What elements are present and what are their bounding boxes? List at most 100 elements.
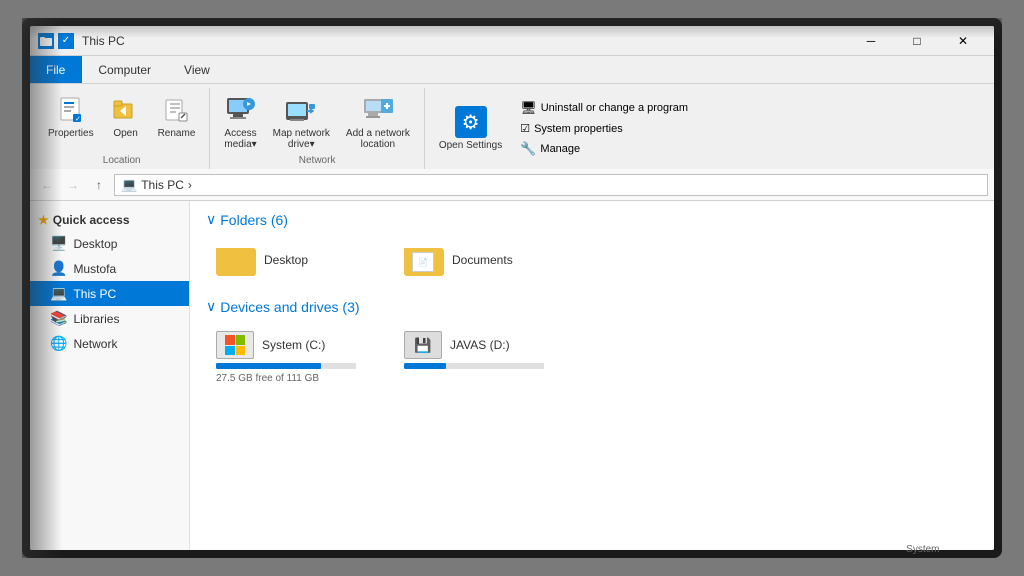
system-c-label: System (C:)	[262, 338, 325, 352]
maximize-button[interactable]: □	[894, 30, 940, 52]
ribbon-group-location: ✓ Properties Open	[34, 88, 210, 169]
javas-d-progress	[404, 363, 544, 369]
open-button[interactable]: Open	[104, 92, 148, 141]
drive-system-c[interactable]: System (C:) 27.5 GB free of 111 GB	[206, 325, 386, 390]
network-label: Network	[73, 337, 117, 351]
folders-chevron: ∨	[206, 211, 216, 228]
title-bar: ✓ This PC ─ □ ✕	[30, 26, 994, 56]
pc-icon: 💻	[121, 177, 137, 193]
minimize-button[interactable]: ─	[848, 30, 894, 52]
explorer-window: ✓ This PC ─ □ ✕ File Computer View	[30, 26, 994, 550]
network-icon: 🌐	[50, 335, 67, 352]
window-controls: ─ □ ✕	[848, 30, 986, 52]
uninstall-icon: 🖥	[520, 100, 537, 116]
address-bar: ← → ↑ 💻 This PC ›	[30, 169, 994, 201]
location-group-label: Location	[42, 152, 201, 169]
libraries-icon: 📚	[50, 310, 67, 327]
map-network-drive-label: Map networkdrive▾	[273, 128, 330, 150]
main-content: ★ Quick access 🖥️ Desktop 👤 Mustofa 💻 Th…	[30, 201, 994, 550]
add-network-location-icon	[362, 94, 394, 126]
properties-label: Properties	[48, 128, 94, 139]
access-media-button[interactable]: Accessmedia▾	[218, 92, 262, 152]
back-button[interactable]: ←	[36, 174, 58, 196]
sidebar-item-libraries[interactable]: 📚 Libraries	[30, 306, 189, 331]
system-c-hdd-icon	[216, 331, 254, 359]
forward-button[interactable]: →	[62, 174, 84, 196]
drives-chevron: ∨	[206, 298, 216, 315]
folder-desktop[interactable]: Desktop	[206, 238, 386, 282]
window-title: This PC	[82, 34, 848, 48]
ribbon-group-network: Accessmedia▾	[210, 88, 424, 169]
system-group-label: System	[433, 541, 994, 550]
up-button[interactable]: ↑	[88, 174, 110, 196]
open-settings-button[interactable]: ⚙ Open Settings	[433, 104, 508, 153]
documents-folder-icon: 📄	[404, 244, 444, 276]
map-network-drive-button[interactable]: Map networkdrive▾	[267, 92, 336, 152]
ribbon-tabs: File Computer View	[30, 56, 994, 84]
this-pc-label: This PC	[73, 287, 116, 301]
ribbon-content: ✓ Properties Open	[30, 84, 994, 169]
this-pc-icon: 💻	[50, 285, 67, 302]
drives-heading[interactable]: ∨ Devices and drives (3)	[206, 298, 978, 315]
rename-button[interactable]: Rename	[152, 92, 202, 141]
folders-label: Folders (6)	[220, 212, 288, 228]
access-media-label: Accessmedia▾	[224, 128, 256, 150]
network-group-label: Network	[218, 152, 415, 169]
folder-icon	[38, 33, 54, 49]
folders-grid: Desktop 📄 Documents	[206, 238, 978, 282]
windows-logo	[225, 335, 245, 355]
manage-icon: 🔧	[520, 141, 536, 157]
sidebar: ★ Quick access 🖥️ Desktop 👤 Mustofa 💻 Th…	[30, 201, 190, 550]
access-media-icon	[225, 94, 257, 126]
path-chevron: ›	[188, 178, 192, 192]
system-properties-label: System properties	[534, 123, 623, 135]
rename-icon	[160, 94, 192, 126]
javas-d-hdd-icon: 💾	[404, 331, 442, 359]
desktop-label: Desktop	[73, 237, 117, 251]
desktop-icon: 🖥️	[50, 235, 67, 252]
pin-icon: ✓	[58, 33, 74, 49]
add-network-location-label: Add a networklocation	[346, 128, 410, 150]
network-buttons: Accessmedia▾	[218, 88, 415, 152]
close-button[interactable]: ✕	[940, 30, 986, 52]
properties-button[interactable]: ✓ Properties	[42, 92, 100, 141]
ribbon-group-system: ⚙ Open Settings 🖥 Uninstall or change a …	[425, 88, 700, 169]
javas-d-info: 💾 JAVAS (D:)	[404, 331, 564, 359]
mustofa-icon: 👤	[50, 260, 67, 277]
documents-folder-label: Documents	[452, 253, 513, 267]
open-icon	[110, 94, 142, 126]
drive-javas-d[interactable]: 💾 JAVAS (D:)	[394, 325, 574, 390]
tab-view[interactable]: View	[168, 56, 227, 83]
sidebar-item-desktop[interactable]: 🖥️ Desktop	[30, 231, 189, 256]
drives-label: Devices and drives (3)	[220, 299, 359, 315]
javas-d-icon: 💾	[404, 331, 442, 359]
folders-heading[interactable]: ∨ Folders (6)	[206, 211, 978, 228]
system-properties-button[interactable]: ☑ System properties	[516, 120, 692, 137]
tab-file[interactable]: File	[30, 56, 82, 83]
manage-button[interactable]: 🔧 Manage	[516, 139, 692, 159]
system-props-icon: ☑	[520, 122, 530, 135]
rename-label: Rename	[158, 128, 196, 139]
quick-access-heading[interactable]: ★ Quick access	[30, 209, 189, 231]
javas-d-progress-fill	[404, 363, 446, 369]
tab-computer[interactable]: Computer	[82, 56, 168, 83]
content-area: ∨ Folders (6) Desktop 📄	[190, 201, 994, 550]
add-network-location-button[interactable]: Add a networklocation	[340, 92, 416, 152]
manage-label: Manage	[540, 143, 580, 155]
address-path[interactable]: 💻 This PC ›	[114, 174, 988, 196]
mustofa-label: Mustofa	[73, 262, 116, 276]
desktop-folder-label: Desktop	[264, 253, 308, 267]
sidebar-item-network[interactable]: 🌐 Network	[30, 331, 189, 356]
open-settings-icon: ⚙	[455, 106, 487, 138]
folder-documents[interactable]: 📄 Documents	[394, 238, 574, 282]
sidebar-item-mustofa[interactable]: 👤 Mustofa	[30, 256, 189, 281]
desktop-folder-icon	[216, 244, 256, 276]
system-c-size: 27.5 GB free of 111 GB	[216, 373, 376, 384]
libraries-label: Libraries	[73, 312, 119, 326]
javas-d-label: JAVAS (D:)	[450, 338, 510, 352]
system-c-info: System (C:)	[216, 331, 376, 359]
uninstall-button[interactable]: 🖥 Uninstall or change a program	[516, 98, 692, 118]
open-label: Open	[113, 128, 137, 139]
sidebar-item-this-pc[interactable]: 💻 This PC	[30, 281, 189, 306]
docs-overlay: 📄	[412, 252, 434, 272]
